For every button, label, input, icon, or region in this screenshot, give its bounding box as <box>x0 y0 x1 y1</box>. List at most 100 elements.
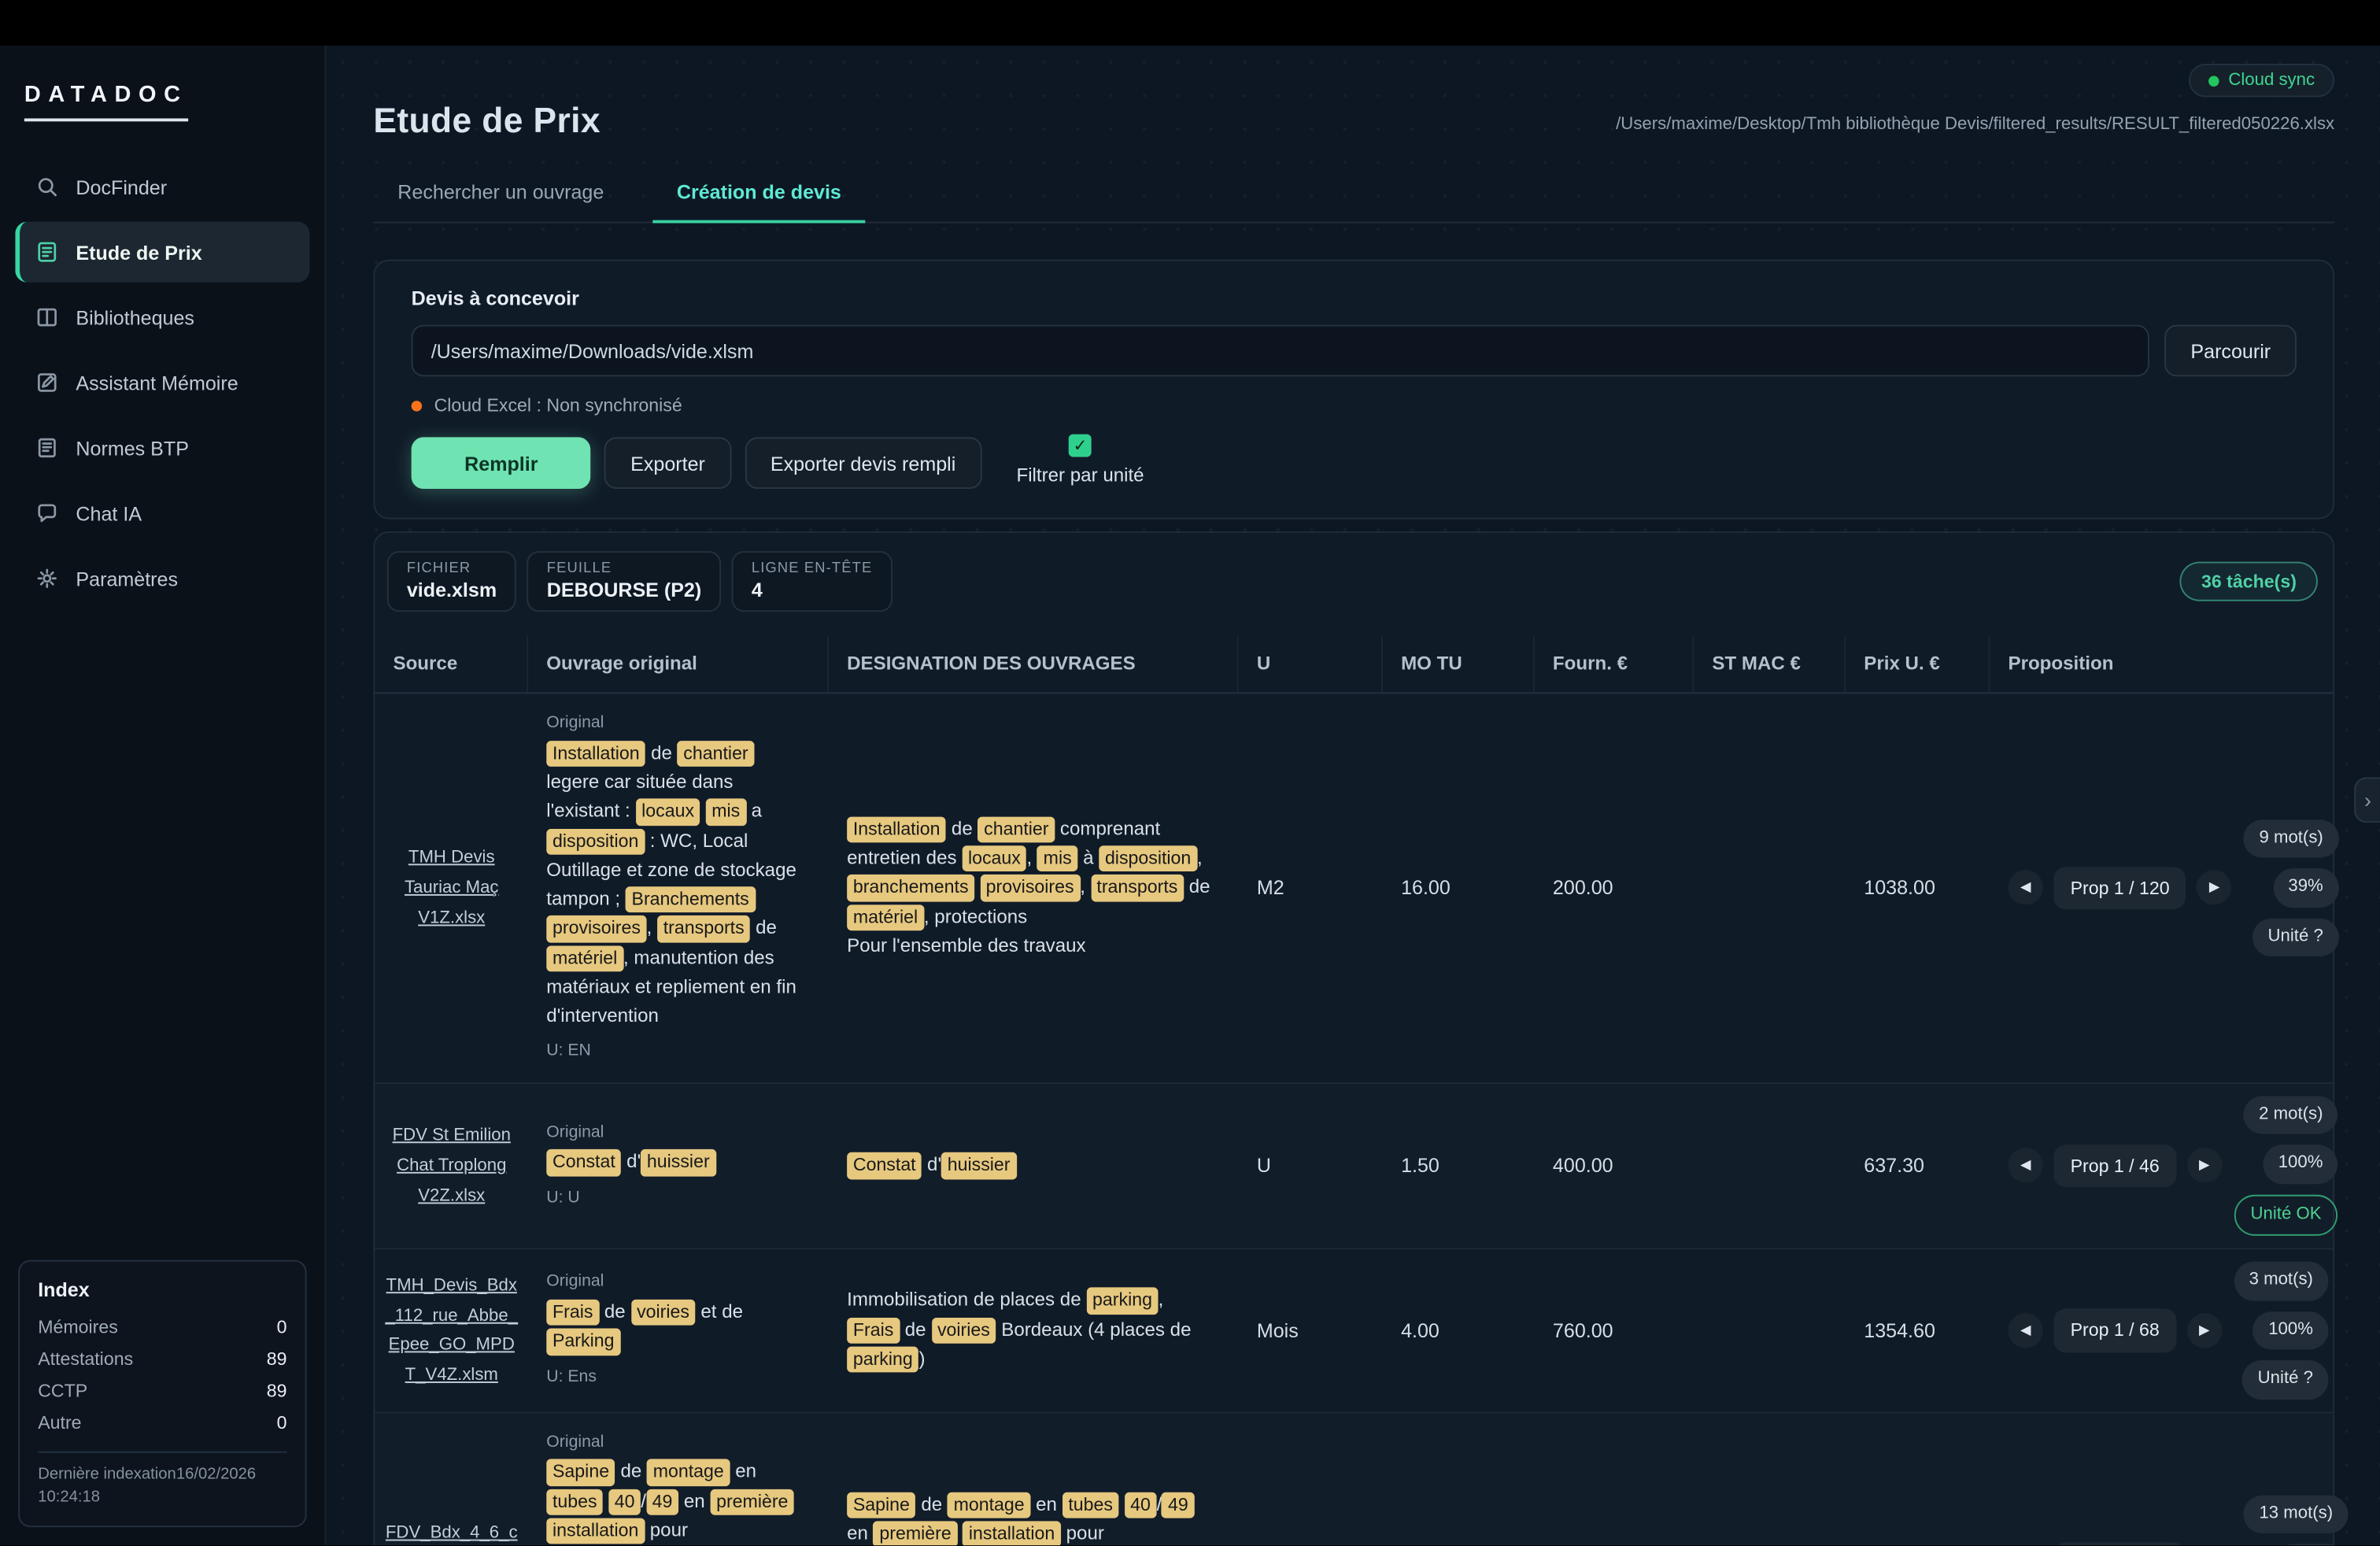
badge-unite: Unité ? <box>2242 1360 2328 1399</box>
prop-prev-button[interactable]: ◀ <box>2008 871 2042 905</box>
column-header-st-mac: ST MAC € <box>1694 636 1846 692</box>
highlight-term: disposition <box>1099 845 1197 872</box>
highlight-term: Sapine <box>546 1459 615 1486</box>
sidebar-item-label: Normes BTP <box>76 436 188 459</box>
prop-counter: Prop 1 / 68 <box>2053 1309 2176 1352</box>
tab-creation-de-devis[interactable]: Création de devis <box>652 165 866 223</box>
highlight-term: provisoires <box>546 915 646 942</box>
highlight-term: Parking <box>546 1329 620 1356</box>
cell-prix-u: 1354.60 <box>1846 1300 1990 1361</box>
page-title: Etude de Prix <box>373 100 601 141</box>
index-value: 0 <box>277 1407 287 1439</box>
meta-chip-value: DEBOURSE (P2) <box>547 579 701 601</box>
prop-prev-button[interactable]: ◀ <box>2008 1313 2042 1348</box>
sidebar-item-etude-de-prix[interactable]: Etude de Prix <box>15 222 309 283</box>
column-header-fourn: Fourn. € <box>1535 636 1694 692</box>
index-label: CCTP <box>38 1374 87 1407</box>
prop-prev-button[interactable]: ◀ <box>2008 1148 2042 1183</box>
proposition-nav: ◀Prop 1 / 46▶ <box>2008 1145 2221 1187</box>
search-icon <box>35 175 59 199</box>
highlight-term: 40 <box>1124 1492 1156 1518</box>
badge-3-mot-s: 3 mot(s) <box>2234 1262 2328 1300</box>
cell-source: TMH_Devis_Bdx_112_rue_Abbe_Epee_GO_MPDT_… <box>375 1255 528 1405</box>
unit-note: U: Ens <box>546 1364 811 1389</box>
cloud-sync-status-dot <box>2208 75 2219 86</box>
index-value: 89 <box>267 1374 287 1407</box>
badge-39: 39% <box>2273 868 2338 907</box>
highlight-term: montage <box>647 1459 730 1486</box>
tab-rechercher-un-ouvrage[interactable]: Rechercher un ouvrage <box>373 165 628 223</box>
sidebar-item-parametres[interactable]: Paramètres <box>15 548 309 608</box>
sidebar-item-assistant-memoire[interactable]: Assistant Mémoire <box>15 352 309 412</box>
fill-button[interactable]: Remplir <box>412 437 591 489</box>
library-file-path: /Users/maxime/Desktop/Tmh bibliothèque D… <box>1616 116 2334 134</box>
prop-next-button[interactable]: ▶ <box>2187 1148 2222 1183</box>
prop-next-button[interactable]: ▶ <box>2187 1313 2222 1348</box>
designation-text: Installation de chantier comprenant entr… <box>847 815 1220 961</box>
highlight-term: huissier <box>941 1152 1016 1179</box>
highlight-term: Installation <box>546 741 645 767</box>
index-label: Autre <box>38 1407 81 1439</box>
highlight-term: 40 <box>608 1489 641 1515</box>
highlight-term: parking <box>847 1347 918 1374</box>
source-link[interactable]: FDV_Bdx_4_6_crs_Intendance_V4Z.xlsm <box>386 1525 518 1545</box>
original-label: Original <box>546 1270 811 1295</box>
highlight-term: tubes <box>546 1489 603 1515</box>
sidebar-item-docfinder[interactable]: DocFinder <box>15 157 309 217</box>
column-header-proposition: Proposition <box>1990 636 2333 692</box>
cell-designation: Constat d'huissier <box>829 1136 1239 1196</box>
browse-button[interactable]: Parcourir <box>2165 325 2297 377</box>
results-meta-row: FICHIERvide.xlsmFEUILLEDEBOURSE (P2)LIGN… <box>375 551 2333 612</box>
meta-chip-value: 4 <box>752 579 873 601</box>
index-title: Index <box>38 1278 286 1300</box>
source-link[interactable]: FDV St Emilion Chat Troplong V2Z.xlsx <box>393 1127 511 1206</box>
cell-mo-tu: 16.00 <box>1383 858 1535 919</box>
highlight-term: montage <box>948 1492 1030 1518</box>
panel-expand-toggle[interactable]: › <box>2354 777 2380 823</box>
filter-unit-checkbox[interactable]: ✓ <box>1069 435 1092 457</box>
highlight-term: huissier <box>641 1149 715 1176</box>
original-label: Original <box>546 1119 811 1145</box>
prop-counter: Prop 1 / 120 <box>2053 867 2186 909</box>
designation-text: Sapine de montage en tubes 40/49 en prem… <box>847 1490 1220 1545</box>
export-button[interactable]: Exporter <box>604 437 730 489</box>
cell-ouvrage-original: OriginalInstallation de chantier legere … <box>528 693 829 1082</box>
sidebar-item-chat-ia[interactable]: Chat IA <box>15 483 309 543</box>
prop-next-button[interactable]: ▶ <box>2197 871 2231 905</box>
sidebar-item-normes-btp[interactable]: Normes BTP <box>15 417 309 478</box>
badge-100: 100% <box>2273 1544 2348 1545</box>
table-body: TMH Devis Tauriac Maç V1Z.xlsxOriginalIn… <box>375 693 2333 1545</box>
column-header-source: Source <box>375 636 528 692</box>
devis-file-input[interactable] <box>412 325 2150 377</box>
sidebar-item-bibliotheques[interactable]: Bibliotheques <box>15 287 309 347</box>
export-filled-button[interactable]: Exporter devis rempli <box>745 437 981 489</box>
badge-2-mot-s: 2 mot(s) <box>2244 1096 2338 1134</box>
devis-card: Devis à concevoir Parcourir Cloud Excel … <box>373 260 2334 520</box>
source-link[interactable]: TMH_Devis_Bdx_112_rue_Abbe_Epee_GO_MPDT_… <box>385 1276 518 1385</box>
proposition-badges: 13 mot(s)100%Unité ? <box>2244 1496 2348 1546</box>
designation-text: Constat d'huissier <box>847 1151 1220 1180</box>
badge-unite-ok: Unité OK <box>2234 1194 2338 1236</box>
column-header-ouvrage-original: Ouvrage original <box>528 636 829 692</box>
ouvrage-text: Installation de chantier legere car situ… <box>546 739 811 1031</box>
cell-st-mac <box>1694 1315 1846 1346</box>
source-link[interactable]: TMH Devis Tauriac Maç V1Z.xlsx <box>405 849 499 927</box>
badge-100: 100% <box>2253 1311 2328 1350</box>
index-row-attestations: Attestations89 <box>38 1343 286 1375</box>
ouvrage-text: Constat d'huissier <box>546 1148 811 1178</box>
highlight-term: mis <box>705 799 745 826</box>
cell-proposition: ◀Prop 1 / 120▶9 mot(s)39%Unité ? <box>1990 807 2333 968</box>
cell-prix-u: 27.80 <box>1846 1533 1990 1545</box>
cell-proposition: ◀ Prop 1 / 68 ▶ 3 mot(s) 100% Unité ? <box>1990 1250 2333 1411</box>
index-value: 0 <box>277 1311 287 1343</box>
chat-icon <box>35 501 59 525</box>
highlight-term: première <box>710 1489 794 1515</box>
highlight-term: Sapine <box>847 1492 916 1518</box>
cell-designation: Installation de chantier comprenant entr… <box>829 800 1239 977</box>
library-icon <box>35 305 59 330</box>
sync-status-dot <box>412 400 423 411</box>
index-row-memoires: Mémoires0 <box>38 1311 286 1343</box>
highlight-term: installation <box>963 1522 1061 1546</box>
index-label: Attestations <box>38 1343 133 1375</box>
highlight-term: transports <box>657 915 750 942</box>
